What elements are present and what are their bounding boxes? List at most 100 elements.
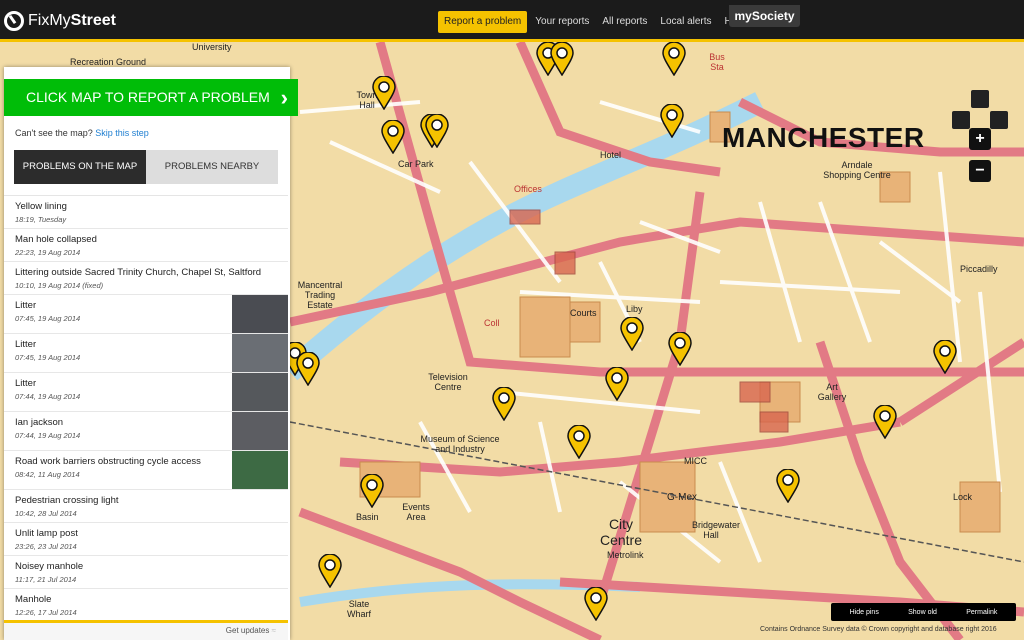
- map-pin-icon[interactable]: [873, 405, 897, 439]
- map-pin-icon[interactable]: [933, 340, 957, 374]
- cant-see-text: Can't see the map?: [15, 128, 93, 138]
- map-label-metrolink: Metrolink: [607, 550, 644, 560]
- map-pin-icon[interactable]: [492, 387, 516, 421]
- map-pin-icon[interactable]: [372, 76, 396, 110]
- map-label-piccadilly: Piccadilly: [960, 264, 998, 274]
- pan-up-icon[interactable]: [971, 90, 989, 108]
- nav-your-reports[interactable]: Your reports: [535, 11, 589, 33]
- problem-meta: 12:26, 17 Jul 2014: [15, 608, 77, 617]
- cant-see-map: Can't see the map? Skip this step: [15, 128, 149, 138]
- problem-meta: 23:26, 23 Jul 2014: [15, 542, 77, 551]
- logo-text-fix: FixMy: [28, 12, 71, 29]
- chevron-right-icon: ›: [280, 85, 288, 110]
- map-label-liby: Liby: [626, 304, 643, 314]
- mysociety-logo[interactable]: mySociety: [729, 5, 800, 27]
- list-item[interactable]: Ian jackson 07:44, 19 Aug 2014: [4, 412, 288, 451]
- problem-title: Unlit lamp post: [15, 528, 78, 539]
- map-pin-icon[interactable]: [318, 554, 342, 588]
- site-header: FixMy Street Report a problem Your report…: [0, 0, 1024, 42]
- map-pin-icon[interactable]: [296, 352, 320, 386]
- main-nav: Report a problem Your reports All report…: [438, 11, 758, 33]
- list-item[interactable]: Litter 07:45, 19 Aug 2014: [4, 295, 288, 334]
- problem-tabs: PROBLEMS ON THE MAP PROBLEMS NEARBY: [14, 150, 278, 184]
- show-old-link[interactable]: Show old: [908, 609, 937, 616]
- map-attribution: Contains Ordnance Survey data © Crown co…: [760, 626, 997, 633]
- list-item[interactable]: Man hole collapsed 22:23, 19 Aug 2014: [4, 229, 288, 262]
- get-updates-label: Get updates: [225, 626, 270, 635]
- list-item[interactable]: Noisey manhole 11:17, 21 Jul 2014: [4, 556, 288, 589]
- hide-pins-link[interactable]: Hide pins: [850, 609, 879, 616]
- map-label-car-park: Car Park: [398, 159, 434, 169]
- zoom-in-button[interactable]: +: [969, 128, 991, 150]
- zoom-out-button[interactable]: −: [969, 160, 991, 182]
- map-label-arndale: Arndale Shopping Centre: [823, 160, 891, 180]
- map-pin-icon[interactable]: [620, 317, 644, 351]
- problem-list[interactable]: Yellow lining 18:19, Tuesday Man hole coll…: [4, 195, 288, 620]
- pan-left-icon[interactable]: [952, 111, 970, 129]
- list-item[interactable]: Yellow lining 18:19, Tuesday: [4, 196, 288, 229]
- map-label-television: Television Centre: [428, 372, 468, 392]
- map-pin-icon[interactable]: [660, 104, 684, 138]
- problem-title: Littering outside Sacred Trinity Church,…: [15, 267, 262, 278]
- city-label: MANCHESTER: [722, 122, 925, 153]
- map-label-bridgewater: Bridgewater Hall: [692, 520, 741, 540]
- problem-thumbnail: [232, 373, 288, 411]
- pan-right-icon[interactable]: [990, 111, 1008, 129]
- map-label-lock: Lock: [953, 492, 973, 502]
- problem-thumbnail: [232, 451, 288, 489]
- map-pin-icon[interactable]: [776, 469, 800, 503]
- map-pin-icon[interactable]: [668, 332, 692, 366]
- problem-meta: 18:19, Tuesday: [15, 215, 67, 224]
- map-label-museum: Museum of Science and Industry: [420, 434, 500, 454]
- map-pin-icon[interactable]: [425, 114, 449, 148]
- nav-local-alerts[interactable]: Local alerts: [660, 11, 711, 33]
- tab-problems-on-map[interactable]: PROBLEMS ON THE MAP: [14, 150, 146, 184]
- list-item[interactable]: Litter 07:45, 19 Aug 2014: [4, 334, 288, 373]
- map-label-city-centre: City Centre: [599, 516, 643, 548]
- problem-title: Yellow lining: [15, 201, 67, 212]
- nav-report-problem[interactable]: Report a problem: [438, 11, 528, 33]
- map-label-micc: MICC: [684, 456, 707, 466]
- map-pin-icon[interactable]: [662, 42, 686, 76]
- map-pin-icon[interactable]: [567, 425, 591, 459]
- sidebar: CLICK MAP TO REPORT A PROBLEM › Can't se…: [4, 67, 298, 640]
- problem-meta: 22:23, 19 Aug 2014: [15, 248, 81, 257]
- map-pin-icon[interactable]: [381, 120, 405, 154]
- get-updates-link[interactable]: Get updates ≈: [4, 620, 288, 640]
- map-pin-icon[interactable]: [584, 587, 608, 621]
- map-pin-icon[interactable]: [550, 42, 574, 76]
- map-label-recreation: Recreation Ground: [70, 57, 147, 67]
- permalink-link[interactable]: Permalink: [966, 609, 997, 616]
- map-label-art-gallery: Art Gallery: [817, 382, 847, 402]
- nav-all-reports[interactable]: All reports: [602, 11, 647, 33]
- logo-text-street: Street: [70, 12, 117, 29]
- map-bottom-bar: Hide pins Show old Permalink: [831, 603, 1016, 621]
- map-label-coll: Coll: [484, 318, 500, 328]
- map-pin-icon[interactable]: [605, 367, 629, 401]
- list-item[interactable]: Unlit lamp post 23:26, 23 Jul 2014: [4, 523, 288, 556]
- map-label-courts: Courts: [570, 308, 597, 318]
- problem-thumbnail: [232, 412, 288, 450]
- list-item[interactable]: Pedestrian crossing light 10:42, 28 Jul 2…: [4, 490, 288, 523]
- problem-title: Pedestrian crossing light: [15, 495, 119, 506]
- problem-thumbnail: [232, 334, 288, 372]
- list-item[interactable]: Littering outside Sacred Trinity Church,…: [4, 262, 288, 295]
- problem-thumbnail: [232, 295, 288, 333]
- problem-title: Manhole: [15, 594, 52, 605]
- map-label-bus-sta: Bus Sta: [709, 52, 725, 72]
- skip-step-link[interactable]: Skip this step: [95, 128, 149, 138]
- map-label-gmex: G-Mex: [667, 492, 697, 503]
- report-problem-label: CLICK MAP TO REPORT A PROBLEM: [26, 89, 270, 105]
- report-problem-button[interactable]: CLICK MAP TO REPORT A PROBLEM ›: [4, 79, 298, 116]
- problem-meta: 11:17, 21 Jul 2014: [15, 575, 77, 584]
- tab-problems-nearby[interactable]: PROBLEMS NEARBY: [146, 150, 278, 184]
- problem-title: Noisey manhole: [15, 561, 84, 572]
- map-label-mancentral: Mancentral Trading Estate: [297, 280, 343, 310]
- list-item[interactable]: Litter 07:44, 19 Aug 2014: [4, 373, 288, 412]
- fixmystreet-logo[interactable]: FixMy Street: [4, 9, 116, 33]
- map-label-events-area: Events Area: [402, 502, 430, 522]
- list-item[interactable]: Road work barriers obstructing cycle acc…: [4, 451, 288, 490]
- list-item[interactable]: Manhole 12:26, 17 Jul 2014: [4, 589, 288, 620]
- map-pin-icon[interactable]: [360, 474, 384, 508]
- map-label-hotel: Hotel: [600, 150, 622, 160]
